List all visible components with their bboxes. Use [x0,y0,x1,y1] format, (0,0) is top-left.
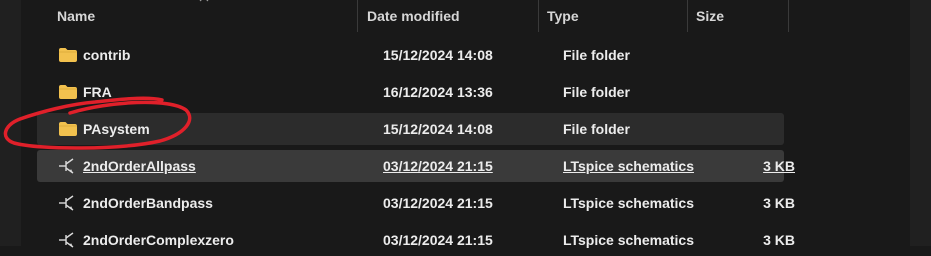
column-divider[interactable] [538,0,539,32]
ltspice-schematic-icon [59,158,74,174]
file-name: 2ndOrderBandpass [83,195,213,211]
column-header-date-modified[interactable]: Date modified [367,0,460,32]
list-item[interactable]: 2ndOrderBandpass 03/12/2024 21:15 LTspic… [37,187,795,219]
file-type: File folder [563,121,630,137]
file-size: 3 KB [763,158,795,174]
file-list: Name Date modified Type Size contrib 15/… [21,0,910,248]
file-type: LTspice schematics [563,195,694,211]
file-name: 2ndOrderAllpass [83,158,196,174]
date-modified: 15/12/2024 14:08 [383,121,493,137]
file-size [697,76,795,108]
file-type: File folder [563,84,630,100]
file-size: 3 KB [763,195,795,211]
folder-icon [59,48,77,62]
navigation-pane-edge [0,0,21,246]
column-header-name[interactable]: Name [57,0,95,32]
file-name: PAsystem [83,121,150,137]
column-header-size[interactable]: Size [696,0,724,32]
file-type: File folder [563,47,630,63]
date-modified: 16/12/2024 13:36 [383,84,493,100]
ltspice-schematic-icon [59,195,74,211]
file-name: FRA [83,84,112,100]
file-type: LTspice schematics [563,158,694,174]
file-size [697,39,795,71]
column-header-bar: Name Date modified Type Size [21,0,910,32]
column-header-type[interactable]: Type [547,0,579,32]
date-modified: 03/12/2024 21:15 [383,195,493,211]
date-modified: 03/12/2024 21:15 [383,232,493,248]
scrollbar-track[interactable] [910,0,931,246]
file-name: 2ndOrderComplexzero [83,232,234,248]
folder-icon [59,85,77,99]
file-size [697,113,795,145]
list-item[interactable]: contrib 15/12/2024 14:08 File folder [37,39,784,71]
list-item[interactable]: 2ndOrderComplexzero 03/12/2024 21:15 LTs… [37,224,795,256]
date-modified: 15/12/2024 14:08 [383,47,493,63]
column-divider[interactable] [687,0,688,32]
sort-ascending-icon [199,0,209,2]
date-modified: 03/12/2024 21:15 [383,158,493,174]
list-item[interactable]: 2ndOrderAllpass 03/12/2024 21:15 LTspice… [37,150,795,182]
file-name: contrib [83,47,131,63]
column-divider[interactable] [788,0,789,32]
list-item[interactable]: PAsystem 15/12/2024 14:08 File folder [37,113,784,145]
column-divider[interactable] [357,0,358,32]
file-type: LTspice schematics [563,232,694,248]
list-item[interactable]: FRA 16/12/2024 13:36 File folder [37,76,784,108]
file-size: 3 KB [763,232,795,248]
folder-icon [59,122,77,136]
